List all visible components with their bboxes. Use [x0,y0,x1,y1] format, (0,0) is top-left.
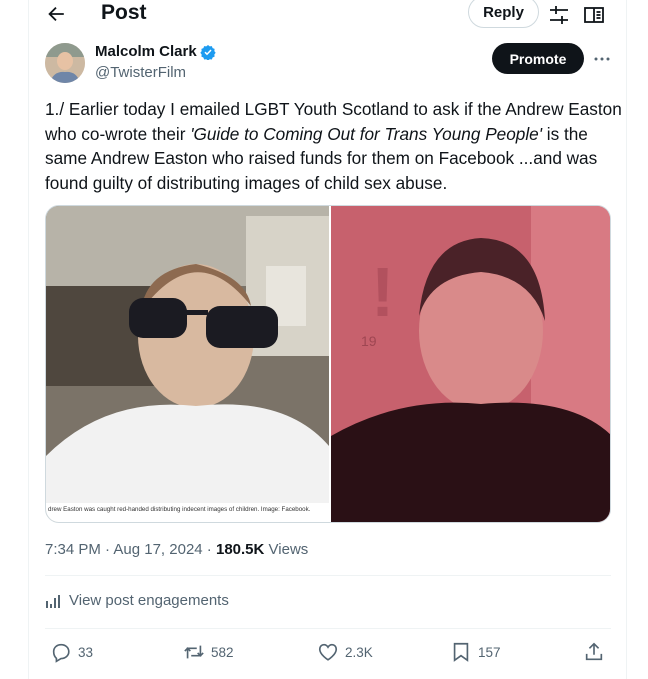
view-engagements-label[interactable]: View post engagements [69,592,229,609]
post-media[interactable]: drew Easton was caught red-handed distri… [45,205,611,523]
reply-button[interactable]: Reply [468,0,539,28]
verified-badge-icon [200,44,216,60]
more-options-icon[interactable] [593,50,611,68]
share-icon [585,642,603,661]
frame-border-left [28,0,29,679]
frame-border-right [626,0,627,679]
author-name[interactable]: Malcolm Clark [95,43,216,60]
photo-right[interactable]: ! 19 [331,206,611,523]
page-title: Post [101,1,147,24]
back-arrow-icon[interactable] [45,3,67,25]
post-text-italic: 'Guide to Coming Out for Trans Young Peo… [190,123,542,144]
analytics-icon [46,594,60,608]
share-action[interactable] [583,641,605,663]
bookmark-icon [453,642,469,662]
sliders-icon[interactable] [549,5,569,25]
post-time[interactable]: 7:34 PM [45,541,101,558]
like-action[interactable]: 2.3K [317,641,373,663]
photo-left[interactable] [46,206,329,523]
post-header: Post Reply [0,0,648,30]
post-date[interactable]: Aug 17, 2024 [113,541,202,558]
view-engagements-link[interactable]: View post engagements [45,592,229,609]
reply-action[interactable]: 33 [50,641,93,663]
repost-action[interactable]: 582 [183,641,234,663]
divider [45,628,611,629]
svg-text:19: 19 [361,333,377,349]
like-count: 2.3K [345,644,373,660]
reply-icon [52,643,70,663]
repost-count: 582 [211,644,234,660]
repost-icon [184,645,204,659]
views-label: Views [268,541,309,558]
author-name-text[interactable]: Malcolm Clark [95,43,197,60]
image-caption: drew Easton was caught red-handed distri… [48,506,311,513]
divider [45,575,611,576]
action-bar: 33 582 2.3K 157 [45,641,611,667]
avatar[interactable] [45,43,85,83]
promote-button[interactable]: Promote [492,43,584,74]
bookmark-action[interactable]: 157 [450,641,501,663]
heart-icon [318,643,338,661]
author-handle[interactable]: @TwisterFilm [95,64,186,81]
bookmark-count: 157 [478,644,501,660]
post-text: 1./ Earlier today I emailed LGBT Youth S… [45,97,625,195]
views-count: 180.5K [215,541,265,558]
svg-text:!: ! [371,253,394,331]
post-meta: 7:34 PM · Aug 17, 2024 · 180.5K Views [45,541,309,558]
reply-count: 33 [78,644,94,660]
reader-mode-icon[interactable] [584,5,604,25]
